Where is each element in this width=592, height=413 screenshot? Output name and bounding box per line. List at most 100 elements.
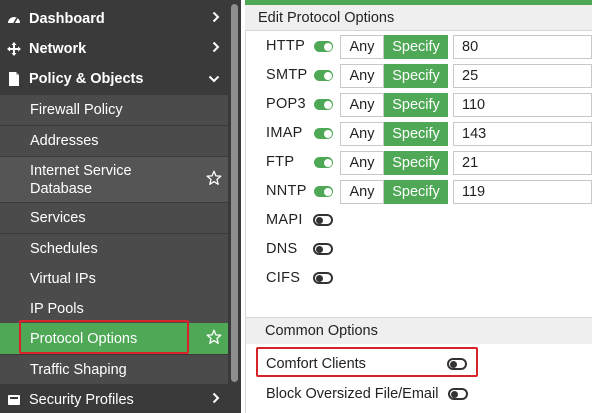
toggle-knob (323, 42, 332, 51)
toggle-knob (316, 217, 323, 224)
chevron-right-icon (212, 11, 220, 27)
sidebar-item-addresses[interactable]: Addresses (0, 126, 228, 156)
any-button[interactable]: Any (340, 93, 384, 117)
sidebar-item-label: Internet Service Database (30, 162, 132, 197)
sidebar-item-firewall-policy[interactable]: Firewall Policy (0, 95, 228, 125)
protocol-name: DNS (266, 241, 298, 257)
toggle-knob (451, 391, 458, 398)
port-input[interactable]: 119 (453, 180, 592, 204)
toggle-knob (323, 187, 332, 196)
protocol-name: MAPI (266, 212, 303, 228)
chevron-right-icon (212, 41, 220, 57)
sidebar-scrollbar[interactable] (231, 4, 238, 382)
specify-button[interactable]: Specify (384, 35, 448, 59)
sidebar-item-services[interactable]: Services (0, 203, 228, 233)
protocol-row-http: HTTP Any Specify 80 (246, 32, 592, 61)
any-button[interactable]: Any (340, 180, 384, 204)
toggle-knob (323, 71, 332, 80)
protocol-row-smtp: SMTP Any Specify 25 (246, 61, 592, 90)
dashboard-icon (7, 12, 21, 26)
protocol-toggle[interactable] (313, 243, 333, 255)
port-input[interactable]: 143 (453, 122, 592, 146)
sidebar-item-network[interactable]: Network (0, 35, 228, 63)
sidebar-item-schedules[interactable]: Schedules (0, 234, 228, 264)
sidebar-item-traffic-shaping[interactable]: Traffic Shaping (0, 355, 228, 384)
sidebar-item-policy-objects[interactable]: Policy & Objects (0, 65, 228, 93)
protocol-row-mapi: MAPI (246, 206, 592, 235)
option-label: Comfort Clients (266, 356, 366, 372)
sidebar-item-label: Addresses (30, 133, 99, 149)
any-button[interactable]: Any (340, 151, 384, 175)
policy-document-icon (7, 72, 21, 86)
toggle-knob (450, 361, 457, 368)
sidebar-item-ip-pools[interactable]: IP Pools (0, 294, 228, 324)
specify-button[interactable]: Specify (384, 151, 448, 175)
toggle-knob (316, 246, 323, 253)
protocol-name: IMAP (266, 125, 303, 141)
protocol-row-imap: IMAP Any Specify 143 (246, 119, 592, 148)
protocol-toggle[interactable] (314, 128, 333, 139)
protocol-row-dns: DNS (246, 235, 592, 264)
security-profiles-icon (7, 393, 21, 407)
sidebar-item-label: Services (30, 210, 86, 226)
protocol-toggle[interactable] (314, 157, 333, 168)
protocol-name: NNTP (266, 183, 307, 199)
specify-button[interactable]: Specify (384, 64, 448, 88)
protocol-name: CIFS (266, 270, 301, 286)
specify-button[interactable]: Specify (384, 122, 448, 146)
toggle-knob (323, 100, 332, 109)
protocol-row-ftp: FTP Any Specify 21 (246, 148, 592, 177)
protocol-toggle[interactable] (314, 99, 333, 110)
port-input[interactable]: 25 (453, 64, 592, 88)
protocol-name: SMTP (266, 67, 308, 83)
protocol-toggle[interactable] (314, 70, 333, 81)
sidebar-item-label: IP Pools (30, 301, 84, 317)
option-row-comfort-clients: Comfort Clients (246, 350, 592, 379)
sidebar-item-label: Dashboard (29, 11, 105, 27)
chevron-down-icon (208, 71, 220, 87)
star-icon[interactable] (206, 170, 222, 190)
protocol-toggle[interactable] (313, 214, 333, 226)
star-icon[interactable] (206, 329, 222, 349)
option-label: Block Oversized File/Email (266, 386, 439, 402)
protocol-name: FTP (266, 154, 295, 170)
sidebar-item-label: Traffic Shaping (30, 361, 127, 378)
sidebar-item-internet-service-database[interactable]: Internet Service Database (0, 157, 228, 202)
toggle-knob (316, 275, 323, 282)
sidebar-item-label: Security Profiles (29, 391, 134, 408)
comfort-clients-toggle[interactable] (447, 358, 467, 370)
toggle-knob (323, 158, 332, 167)
toggle-knob (323, 129, 332, 138)
chevron-right-icon (212, 392, 220, 408)
protocol-toggle[interactable] (314, 41, 333, 52)
protocol-name: HTTP (266, 38, 306, 54)
any-button[interactable]: Any (340, 35, 384, 59)
sidebar-item-label: Virtual IPs (30, 271, 96, 287)
protocol-toggle[interactable] (314, 186, 333, 197)
sidebar-item-label: Protocol Options (30, 330, 138, 347)
sidebar-item-label: Policy & Objects (29, 71, 144, 87)
protocol-name: POP3 (266, 96, 306, 112)
specify-button[interactable]: Specify (384, 93, 448, 117)
protocol-toggle[interactable] (313, 272, 333, 284)
sidebar: Dashboard Network Policy & Objects Firew… (0, 0, 241, 413)
common-options-header: Common Options (246, 317, 592, 344)
protocol-row-nntp: NNTP Any Specify 119 (246, 177, 592, 206)
sidebar-item-protocol-options[interactable]: Protocol Options (0, 323, 228, 354)
sidebar-item-label: Network (29, 41, 87, 57)
protocol-row-pop3: POP3 Any Specify 110 (246, 90, 592, 119)
specify-button[interactable]: Specify (384, 180, 448, 204)
option-row-block-oversized: Block Oversized File/Email (246, 380, 592, 409)
sidebar-item-security-profiles[interactable]: Security Profiles (0, 386, 228, 413)
any-button[interactable]: Any (340, 122, 384, 146)
sidebar-item-dashboard[interactable]: Dashboard (0, 5, 228, 33)
port-input[interactable]: 110 (453, 93, 592, 117)
any-button[interactable]: Any (340, 64, 384, 88)
block-oversized-toggle[interactable] (448, 388, 468, 400)
sidebar-item-label: Firewall Policy (30, 102, 123, 118)
port-input[interactable]: 21 (453, 151, 592, 175)
sidebar-item-virtual-ips[interactable]: Virtual IPs (0, 264, 228, 294)
sidebar-item-label: Schedules (30, 241, 98, 257)
panel-title: Edit Protocol Options (245, 5, 592, 31)
port-input[interactable]: 80 (453, 35, 592, 59)
